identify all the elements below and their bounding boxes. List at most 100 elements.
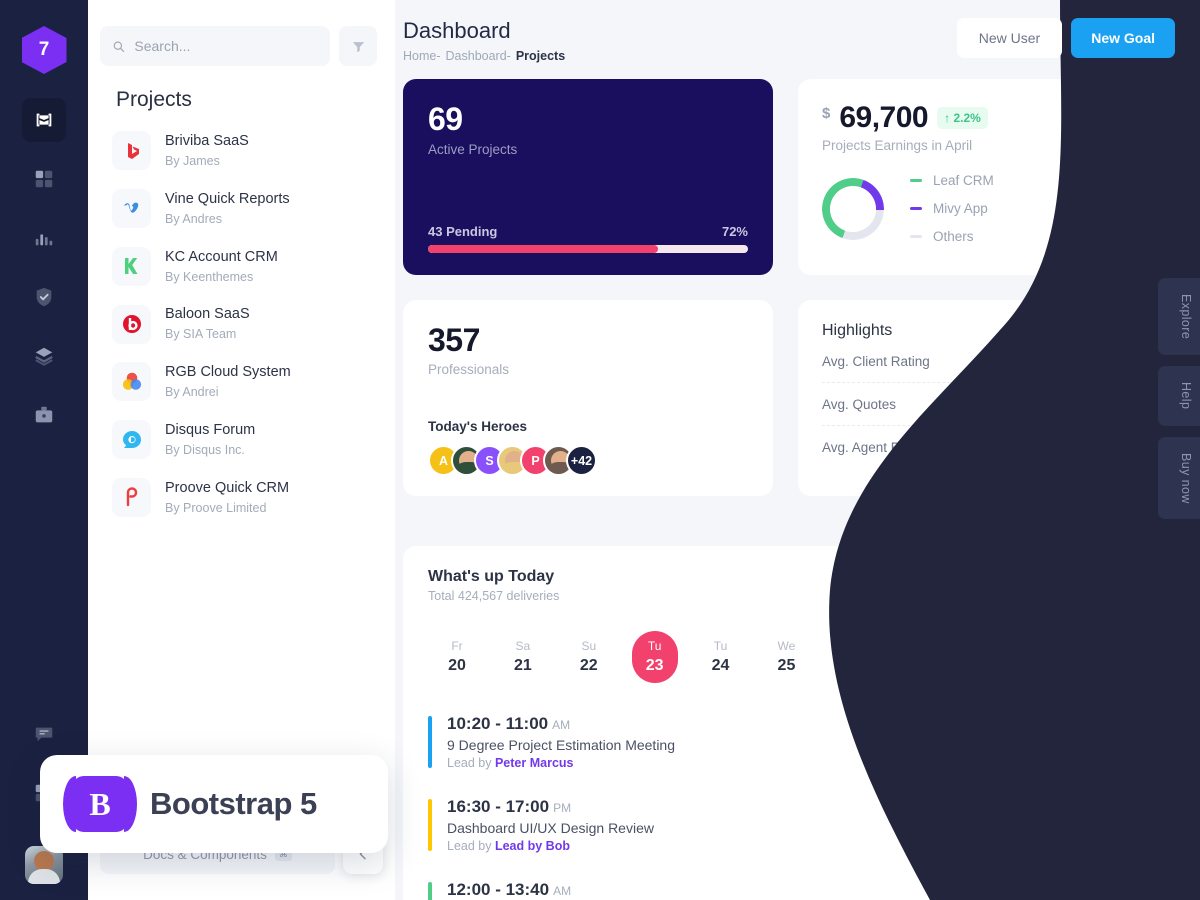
rail-item-security[interactable]: [22, 275, 66, 319]
right-side-tabs: Explore Help Buy now: [1158, 278, 1200, 520]
event-lead-prefix: Lead by: [447, 756, 495, 770]
rail-item-layers[interactable]: [22, 334, 66, 378]
rail-item-chat[interactable]: [22, 712, 66, 756]
project-list-item[interactable]: KC Account CRM By Keenthemes: [88, 238, 395, 296]
whats-up-header: What's up Today Total 424,567 deliveries…: [428, 568, 1145, 605]
side-tab[interactable]: Help: [1158, 366, 1200, 426]
whats-up-title-group: What's up Today Total 424,567 deliveries: [428, 568, 559, 603]
bootstrap-promo-badge[interactable]: B Bootstrap 5: [40, 755, 388, 853]
event-lead: Lead by Lead by Bob: [447, 839, 654, 853]
event-name: Dashboard UI/UX Design Review: [447, 820, 654, 836]
calendar-day[interactable]: Su 22: [566, 631, 612, 683]
beats-icon: [112, 304, 151, 344]
highlight-unit: /10: [1126, 353, 1146, 369]
rail-item-cube[interactable]: [22, 98, 66, 142]
dashboard-root: 7 Search... Projects Briviba SaaS By Jam…: [0, 0, 1200, 900]
project-list-item[interactable]: Disqus Forum By Disqus Inc.: [88, 411, 395, 469]
event-time-row: 16:30 - 17:00 PM: [447, 797, 654, 817]
highlight-value: 730: [1114, 396, 1138, 412]
hero-avatar[interactable]: +42: [566, 445, 597, 476]
project-list-item[interactable]: Vine Quick Reports By Andres: [88, 180, 395, 238]
event-color-bar: [428, 799, 432, 851]
event-lead-prefix: Lead by: [447, 839, 495, 853]
event-lead-name[interactable]: Lead by Bob: [495, 839, 570, 853]
event-view-button[interactable]: View: [1081, 807, 1145, 843]
rail-item-grid[interactable]: [22, 157, 66, 201]
project-list-item[interactable]: RGB Cloud System By Andrei: [88, 353, 395, 411]
earnings-label: Projects Earnings in April: [822, 138, 973, 153]
calendar-day-number: 23: [645, 657, 664, 674]
highlight-row: Avg. Client Rating 7.8/10: [822, 340, 1146, 383]
rail-item-analytics[interactable]: [22, 216, 66, 260]
progress-track: [428, 245, 748, 253]
calendar-day-number: 22: [579, 657, 598, 674]
calendar-strip[interactable]: Fr 20 Sa 21 Su 22 Tu 23 Tu 24 We 25 Th 26 Fri 27 Sa 28 Su 2…: [428, 631, 1145, 683]
professionals-label: Professionals: [428, 362, 510, 377]
calendar-day[interactable]: Fri 27: [895, 631, 941, 683]
project-text: KC Account CRM By Keenthemes: [165, 247, 278, 287]
calendar-day[interactable]: Su 29: [1027, 631, 1073, 683]
professionals-card[interactable]: 357 Professionals Today's Heroes A S P +42: [403, 300, 773, 496]
event-item: 16:30 - 17:00 PM Dashboard UI/UX Design Re…: [428, 788, 1145, 871]
bar-chart-icon: [35, 234, 53, 246]
top-bar: Dashboard Home- Dashboard- Projects New Us…: [395, 0, 1200, 63]
main-area: Dashboard Home- Dashboard- Projects New Us…: [395, 0, 1200, 900]
highlight-label: Avg. Quotes: [822, 396, 897, 412]
page-heading: Dashboard Home- Dashboard- Projects: [403, 18, 565, 63]
calendar-day[interactable]: Th 26: [829, 631, 875, 683]
earnings-chart-row: Leaf CRM Mivy App Others $7,660 $2,820 $45,2…: [822, 173, 1146, 244]
breadcrumb-item[interactable]: Projects: [516, 49, 565, 63]
page-title: Dashboard: [403, 18, 511, 43]
project-name: KC Account CRM: [165, 248, 278, 265]
project-author: By SIA Team: [165, 327, 237, 342]
side-tab[interactable]: Explore: [1158, 278, 1200, 356]
highlights-card[interactable]: Highlights Avg. Client Rating 7.8/10 Avg. …: [798, 300, 1170, 496]
calendar-day[interactable]: Mo 30: [1093, 631, 1139, 683]
highlights-title: Highlights: [822, 322, 893, 339]
calendar-day[interactable]: Tu 24: [698, 631, 744, 683]
project-name: Briviba SaaS: [165, 133, 249, 149]
calendar-day[interactable]: Tu 23: [631, 631, 678, 683]
calendar-day[interactable]: Sa 21: [500, 631, 546, 683]
event-lead-name[interactable]: Peter Marcus: [495, 756, 574, 770]
report-center-button[interactable]: Report Cecnter: [1024, 568, 1145, 605]
panel-search-row: [88, 0, 395, 66]
side-tab[interactable]: Buy now: [1158, 436, 1200, 520]
search-input[interactable]: [134, 38, 318, 54]
highlight-row: Avg. Quotes 730: [822, 383, 1146, 426]
event-lead: Lead by Peter Marcus: [447, 756, 675, 770]
calendar-day[interactable]: We 25: [763, 631, 809, 683]
heroes-avatar-group[interactable]: A S P +42: [428, 445, 748, 476]
event-view-button[interactable]: View: [1081, 890, 1145, 900]
highlights-rows: Avg. Client Rating 7.8/10 Avg. Quotes 730 Av…: [822, 340, 1146, 468]
rail-item-briefcase[interactable]: [22, 393, 66, 437]
app-logo[interactable]: 7: [21, 26, 67, 74]
filter-button[interactable]: [339, 26, 377, 66]
grid-icon: [35, 170, 53, 188]
calendar-day[interactable]: Fr 20: [434, 631, 480, 683]
project-list-item[interactable]: Briviba SaaS By James: [88, 122, 395, 180]
breadcrumb-item[interactable]: Home-: [403, 49, 441, 63]
event-list: 10:20 - 11:00 AM 9 Degree Project Estimati…: [428, 705, 1145, 900]
active-projects-card[interactable]: 69 Active Projects 43 Pending 72%: [403, 79, 773, 275]
proove-icon: [112, 477, 151, 517]
calendar-day[interactable]: Sa 28: [961, 631, 1007, 683]
search-box[interactable]: [100, 26, 330, 66]
filter-icon: [352, 41, 364, 52]
legend-amount: $7,660: [1104, 173, 1146, 188]
new-user-button[interactable]: New User: [956, 18, 1063, 58]
legend-label: Mivy App: [933, 201, 988, 216]
event-details: 16:30 - 17:00 PM Dashboard UI/UX Design Re…: [447, 797, 654, 853]
legend-label: Leaf CRM: [933, 173, 994, 188]
calendar-day-number: 26: [843, 657, 862, 674]
project-list-item[interactable]: Baloon SaaS By SIA Team: [88, 295, 395, 353]
breadcrumb-item[interactable]: Dashboard-: [446, 49, 511, 63]
top-bar-actions: New User New Goal: [956, 18, 1175, 58]
event-view-button[interactable]: View: [1081, 724, 1145, 760]
project-list-item[interactable]: Proove Quick CRM By Proove Limited: [88, 469, 395, 527]
legend-color-swatch: [910, 179, 922, 182]
earnings-card[interactable]: $ 69,700 ↑ 2.2% Projects Earnings in Apr…: [798, 79, 1170, 275]
event-details: 10:20 - 11:00 AM 9 Degree Project Estimati…: [447, 714, 675, 770]
earnings-legend: Leaf CRM Mivy App Others: [910, 173, 994, 244]
new-goal-button[interactable]: New Goal: [1071, 18, 1175, 58]
